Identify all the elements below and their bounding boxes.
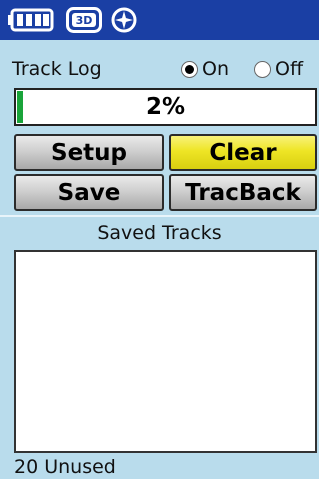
- radio-on[interactable]: On: [181, 57, 229, 81]
- clear-button[interactable]: Clear: [169, 134, 317, 171]
- saved-tracks-list[interactable]: [14, 250, 317, 453]
- radio-off-indicator: [254, 60, 271, 78]
- radio-off-label: Off: [275, 58, 304, 80]
- radio-on-indicator: [181, 60, 198, 78]
- setup-button[interactable]: Setup: [14, 134, 164, 171]
- radio-off[interactable]: Off: [254, 57, 303, 81]
- track-memory-progress-bar: 2%: [14, 88, 317, 126]
- section-divider: [0, 215, 319, 217]
- unused-count: 20 Unused: [14, 456, 116, 478]
- battery-icon: [8, 8, 54, 32]
- saved-tracks-title: Saved Tracks: [97, 222, 222, 244]
- save-button[interactable]: Save: [14, 174, 164, 211]
- status-bar: 3D: [0, 0, 319, 40]
- track-log-label: Track Log: [12, 58, 102, 80]
- compass-icon: [111, 7, 137, 33]
- track-log-screen: 3D Track Log On Off 2% Setup Clear Save …: [0, 0, 319, 479]
- tracback-button[interactable]: TracBack: [169, 174, 317, 211]
- gps-3d-icon: 3D: [66, 7, 102, 33]
- radio-on-label: On: [202, 58, 229, 80]
- svg-text:3D: 3D: [76, 14, 93, 27]
- track-log-row: Track Log On Off: [0, 56, 319, 84]
- track-memory-percent: 2%: [145, 94, 186, 120]
